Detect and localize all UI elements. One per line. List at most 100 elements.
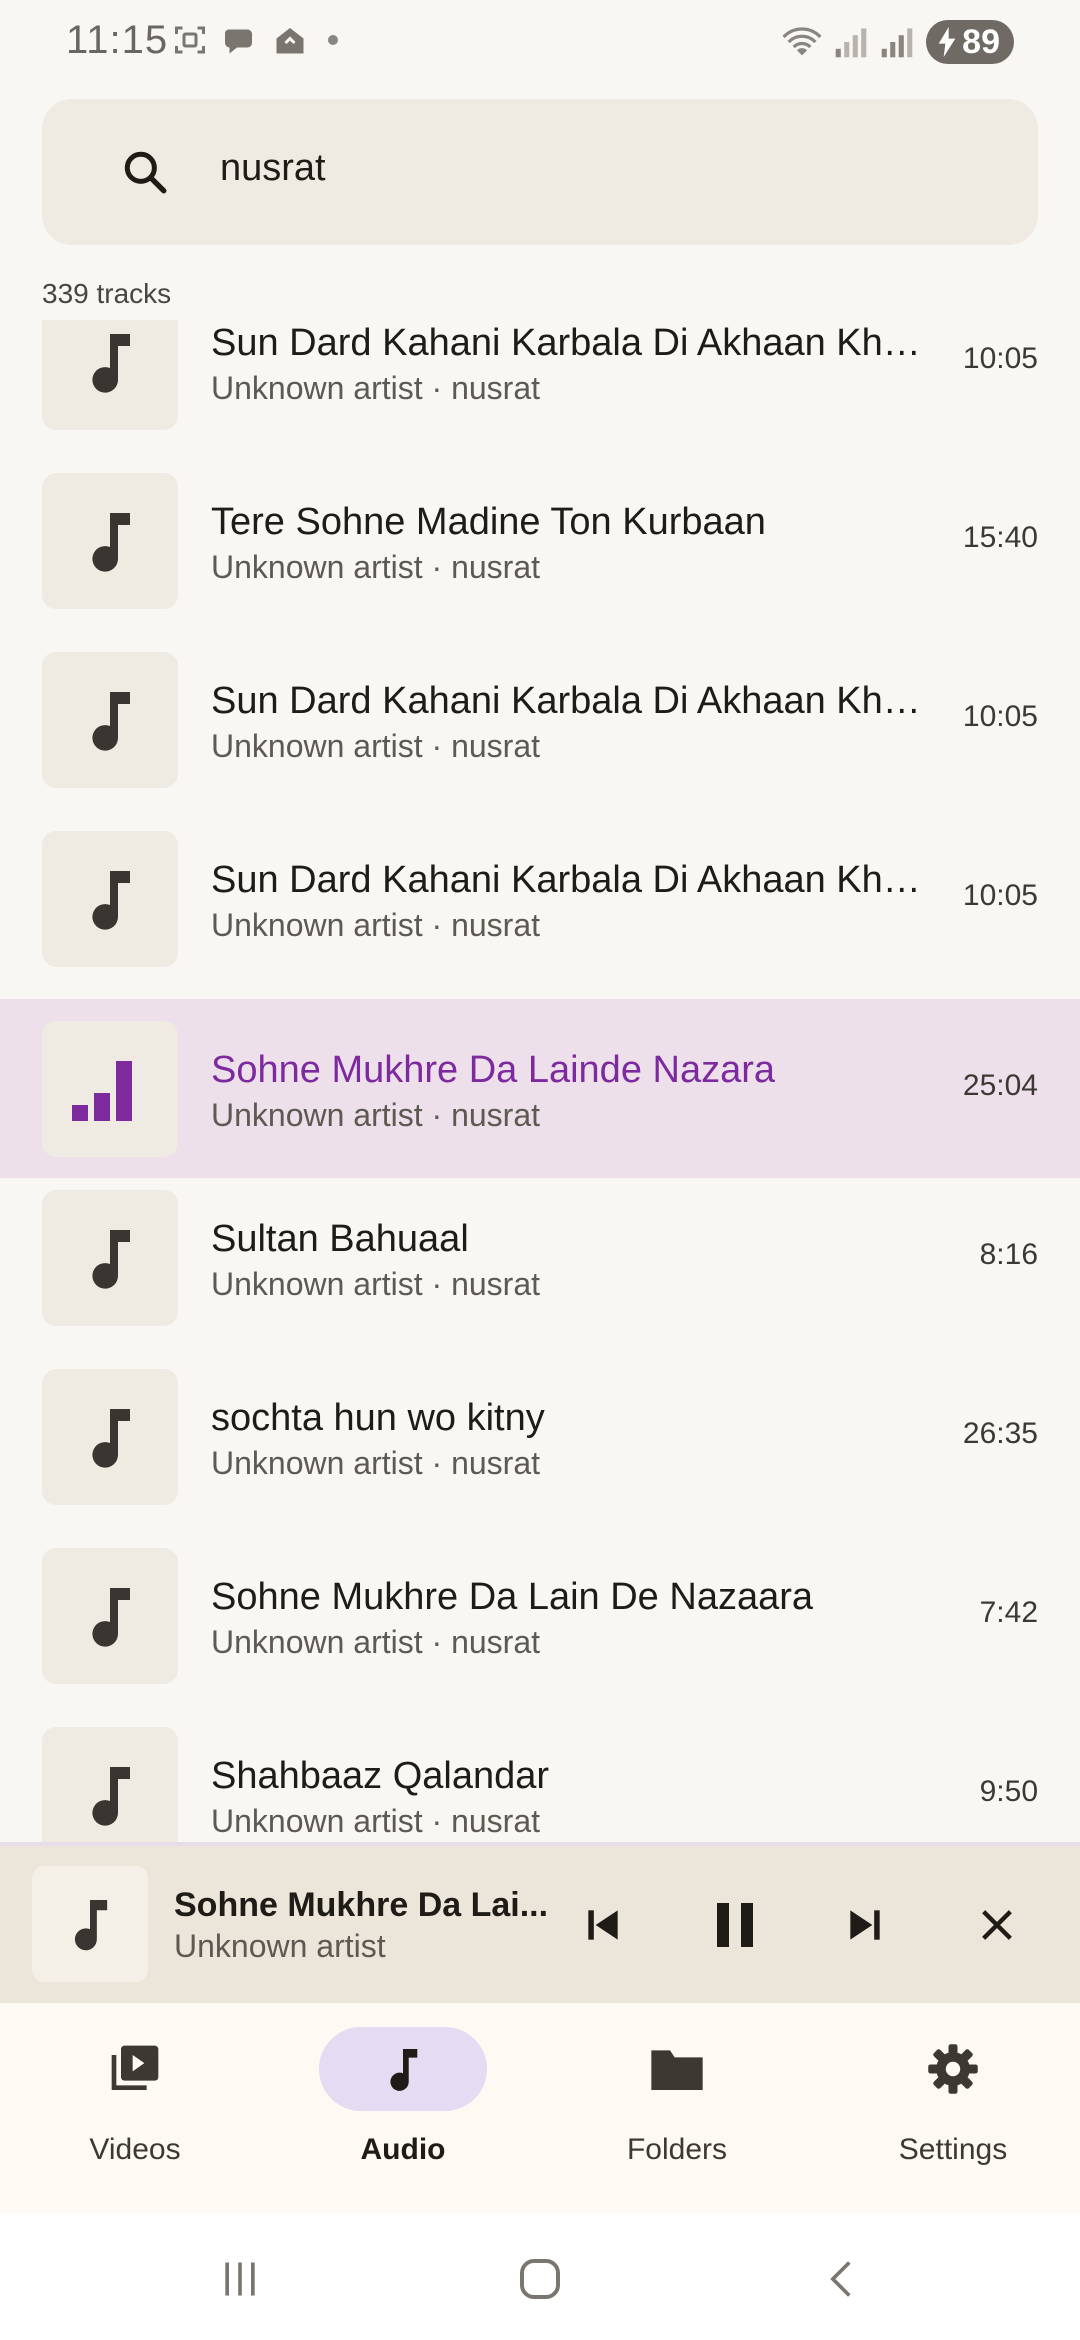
battery-indicator: 89	[926, 20, 1014, 64]
mini-player[interactable]: Sohne Mukhre Da Lai... Unknown artist	[0, 1846, 1080, 2003]
nav-item-folders[interactable]: Folders	[542, 2003, 812, 2213]
music-note-icon	[74, 1900, 108, 1951]
home-button[interactable]	[510, 2249, 570, 2309]
track-subtitle: Unknown artist · nusrat	[211, 907, 541, 943]
bottom-navigation: Videos Audio Folders Settings	[0, 2003, 1080, 2213]
track-title: Sohne Mukhre Da Lainde Nazara	[211, 1049, 776, 1091]
track-title: Shahbaaz Qalandar	[211, 1755, 550, 1797]
close-player-button[interactable]	[962, 1890, 1032, 1960]
track-subtitle: Unknown artist · nusrat	[211, 1266, 541, 1302]
nav-item-videos[interactable]: Videos	[0, 2003, 270, 2213]
home-icon	[520, 2259, 560, 2299]
nav-item-audio[interactable]: Audio	[268, 2003, 538, 2213]
track-row[interactable]: Sun Dard Kahani Karbala Di Akhaan Kho… U…	[0, 630, 1080, 809]
track-list[interactable]: Sun Dard Kahani Karbala Di Akhaan Kho… U…	[0, 320, 1080, 1842]
notification-icons	[172, 22, 338, 58]
nav-icon-container	[593, 2027, 761, 2111]
nav-label: Audio	[360, 2133, 446, 2166]
mini-player-artist: Unknown artist	[174, 1928, 386, 1964]
track-duration: 10:05	[962, 700, 1038, 733]
pause-button[interactable]	[700, 1890, 770, 1960]
track-duration: 9:50	[979, 1775, 1038, 1808]
track-subtitle: Unknown artist · nusrat	[211, 549, 541, 585]
nav-label: Settings	[898, 2133, 1008, 2166]
track-row-now-playing[interactable]: Sohne Mukhre Da Lainde Nazara Unknown ar…	[0, 999, 1080, 1178]
close-icon	[982, 1910, 1012, 1940]
track-thumbnail	[42, 1727, 178, 1842]
back-button[interactable]	[812, 2249, 872, 2309]
track-subtitle: Unknown artist · nusrat	[211, 1803, 541, 1839]
app-notification-icon	[276, 28, 304, 54]
skip-next-icon	[850, 1910, 880, 1940]
track-duration: 10:05	[962, 342, 1038, 375]
track-thumbnail	[42, 473, 178, 609]
search-bar[interactable]: nusrat	[42, 99, 1038, 245]
signal-icon	[835, 28, 867, 58]
now-playing-bars-icon	[72, 1061, 132, 1121]
track-title: sochta hun wo kitny	[211, 1397, 545, 1439]
mini-player-thumbnail	[32, 1866, 148, 1982]
track-duration: 8:16	[979, 1238, 1038, 1271]
track-row[interactable]: Sun Dard Kahani Karbala Di Akhaan Kho… U…	[0, 320, 1080, 451]
track-row[interactable]: Shahbaaz Qalandar Unknown artist · nusra…	[0, 1705, 1080, 1842]
battery-level: 89	[962, 22, 1000, 61]
gear-icon	[928, 2044, 978, 2094]
status-bar: 11:15 89	[0, 0, 1080, 84]
message-icon	[224, 29, 252, 54]
search-icon	[124, 151, 167, 194]
screenshot-icon	[175, 26, 205, 54]
skip-previous-icon	[588, 1910, 618, 1940]
track-title: Sultan Bahuaal	[211, 1218, 469, 1260]
nav-icon-container	[869, 2027, 1037, 2111]
track-thumbnail	[42, 831, 178, 967]
next-button[interactable]	[830, 1890, 900, 1960]
track-row[interactable]: Sohne Mukhre Da Lain De Nazaara Unknown …	[0, 1526, 1080, 1705]
wifi-icon	[782, 27, 822, 56]
track-row[interactable]: sochta hun wo kitny Unknown artist · nus…	[0, 1347, 1080, 1526]
system-status-icons: 89	[782, 20, 1014, 64]
folder-icon	[651, 2050, 703, 2090]
back-icon	[830, 2261, 851, 2297]
nav-icon-container	[319, 2027, 487, 2111]
music-note-icon	[92, 334, 130, 393]
music-note-icon	[92, 1230, 130, 1289]
track-title: Sun Dard Kahani Karbala Di Akhaan Kho…	[211, 680, 941, 722]
nav-label: Folders	[626, 2133, 728, 2166]
track-subtitle: Unknown artist · nusrat	[211, 1097, 541, 1133]
music-note-icon	[92, 513, 130, 572]
track-title: Tere Sohne Madine Ton Kurbaan	[211, 501, 766, 543]
track-row[interactable]: Sun Dard Kahani Karbala Di Akhaan Kho… U…	[0, 809, 1080, 988]
track-thumbnail	[42, 1190, 178, 1326]
track-row[interactable]: Sultan Bahuaal Unknown artist · nusrat 8…	[0, 1168, 1080, 1347]
recent-apps-icon	[225, 2262, 255, 2296]
signal-icon-2	[881, 28, 913, 58]
previous-button[interactable]	[568, 1890, 638, 1960]
more-notifications-dot	[328, 35, 338, 45]
track-title: Sun Dard Kahani Karbala Di Akhaan Kho…	[211, 859, 941, 901]
music-note-icon	[92, 1767, 130, 1826]
track-subtitle: Unknown artist · nusrat	[211, 1624, 541, 1660]
track-thumbnail	[42, 320, 178, 430]
status-time: 11:15	[66, 18, 169, 62]
system-navigation-bar	[0, 2213, 1080, 2340]
track-thumbnail	[42, 1548, 178, 1684]
track-count: 339 tracks	[42, 278, 172, 309]
video-library-icon	[111, 2045, 159, 2090]
track-title: Sohne Mukhre Da Lain De Nazaara	[211, 1576, 814, 1618]
track-subtitle: Unknown artist · nusrat	[211, 370, 541, 406]
track-row[interactable]: Tere Sohne Madine Ton Kurbaan Unknown ar…	[0, 451, 1080, 630]
track-duration: 7:42	[979, 1596, 1038, 1629]
track-subtitle: Unknown artist · nusrat	[211, 728, 541, 764]
music-note-icon	[92, 692, 130, 751]
mini-player-title: Sohne Mukhre Da Lai...	[174, 1886, 549, 1924]
music-note-icon	[92, 1588, 130, 1647]
music-note-icon	[92, 871, 130, 930]
track-subtitle: Unknown artist · nusrat	[211, 1445, 541, 1481]
nav-icon-container	[51, 2027, 219, 2111]
search-input[interactable]: nusrat	[220, 147, 326, 190]
pause-icon	[717, 1903, 753, 1947]
track-thumbnail	[42, 652, 178, 788]
recent-apps-button[interactable]	[210, 2249, 270, 2309]
nav-label: Videos	[89, 2133, 181, 2166]
nav-item-settings[interactable]: Settings	[818, 2003, 1080, 2213]
